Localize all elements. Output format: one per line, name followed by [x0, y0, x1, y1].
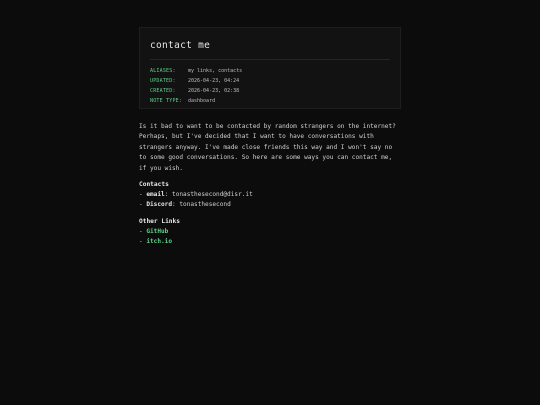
contact-colon: :: [164, 191, 173, 199]
page-title: contact me: [150, 40, 211, 51]
intro-paragraph: Is it bad to want to be contacted by ran…: [139, 123, 396, 172]
other-links-list: - GitHub - itch.io: [139, 227, 401, 248]
other-links-heading: Other Links: [139, 217, 180, 225]
contact-label-email: email: [146, 191, 165, 199]
contacts-list: - email: tonasthesecond@disr.it - Discor…: [139, 190, 401, 211]
contact-label-discord: Discord: [146, 201, 173, 209]
note-content: Is it bad to want to be contacted by ran…: [139, 122, 401, 254]
meta-key-aliases: ALIASES:: [150, 68, 176, 74]
contact-value-email[interactable]: tonasthesecond@disr.it: [172, 191, 253, 198]
list-item: - GitHub: [139, 227, 401, 237]
contacts-heading: Contacts: [139, 181, 169, 189]
page: contact me ALIASES: my links, contacts U…: [0, 0, 540, 405]
meta-row-note-type: NOTE TYPE: dashboard: [150, 96, 390, 106]
divider: [150, 59, 390, 60]
meta-row-updated: UPDATED: 2026-04-23, 04:24: [150, 76, 390, 86]
meta-key-updated: UPDATED:: [150, 78, 176, 84]
meta-value-updated: 2026-04-23, 04:24: [188, 78, 240, 84]
meta-value-aliases: my links, contacts: [188, 68, 243, 74]
meta-value-created: 2026-04-23, 02:38: [188, 88, 240, 94]
list-item: - itch.io: [139, 237, 401, 247]
github-link[interactable]: GitHub: [146, 228, 168, 235]
list-item: - email: tonasthesecond@disr.it: [139, 190, 401, 200]
note-metadata-card: contact me ALIASES: my links, contacts U…: [139, 27, 401, 109]
list-item: - Discord: tonasthesecond: [139, 200, 401, 210]
contact-value-discord[interactable]: tonasthesecond: [179, 201, 230, 208]
meta-key-created: CREATED:: [150, 88, 176, 94]
meta-row-created: CREATED: 2026-04-23, 02:38: [150, 86, 390, 96]
meta-row-aliases: ALIASES: my links, contacts: [150, 66, 390, 76]
meta-key-note-type: NOTE TYPE:: [150, 98, 183, 104]
itch-io-link[interactable]: itch.io: [146, 238, 172, 245]
meta-value-note-type: dashboard: [188, 98, 216, 104]
